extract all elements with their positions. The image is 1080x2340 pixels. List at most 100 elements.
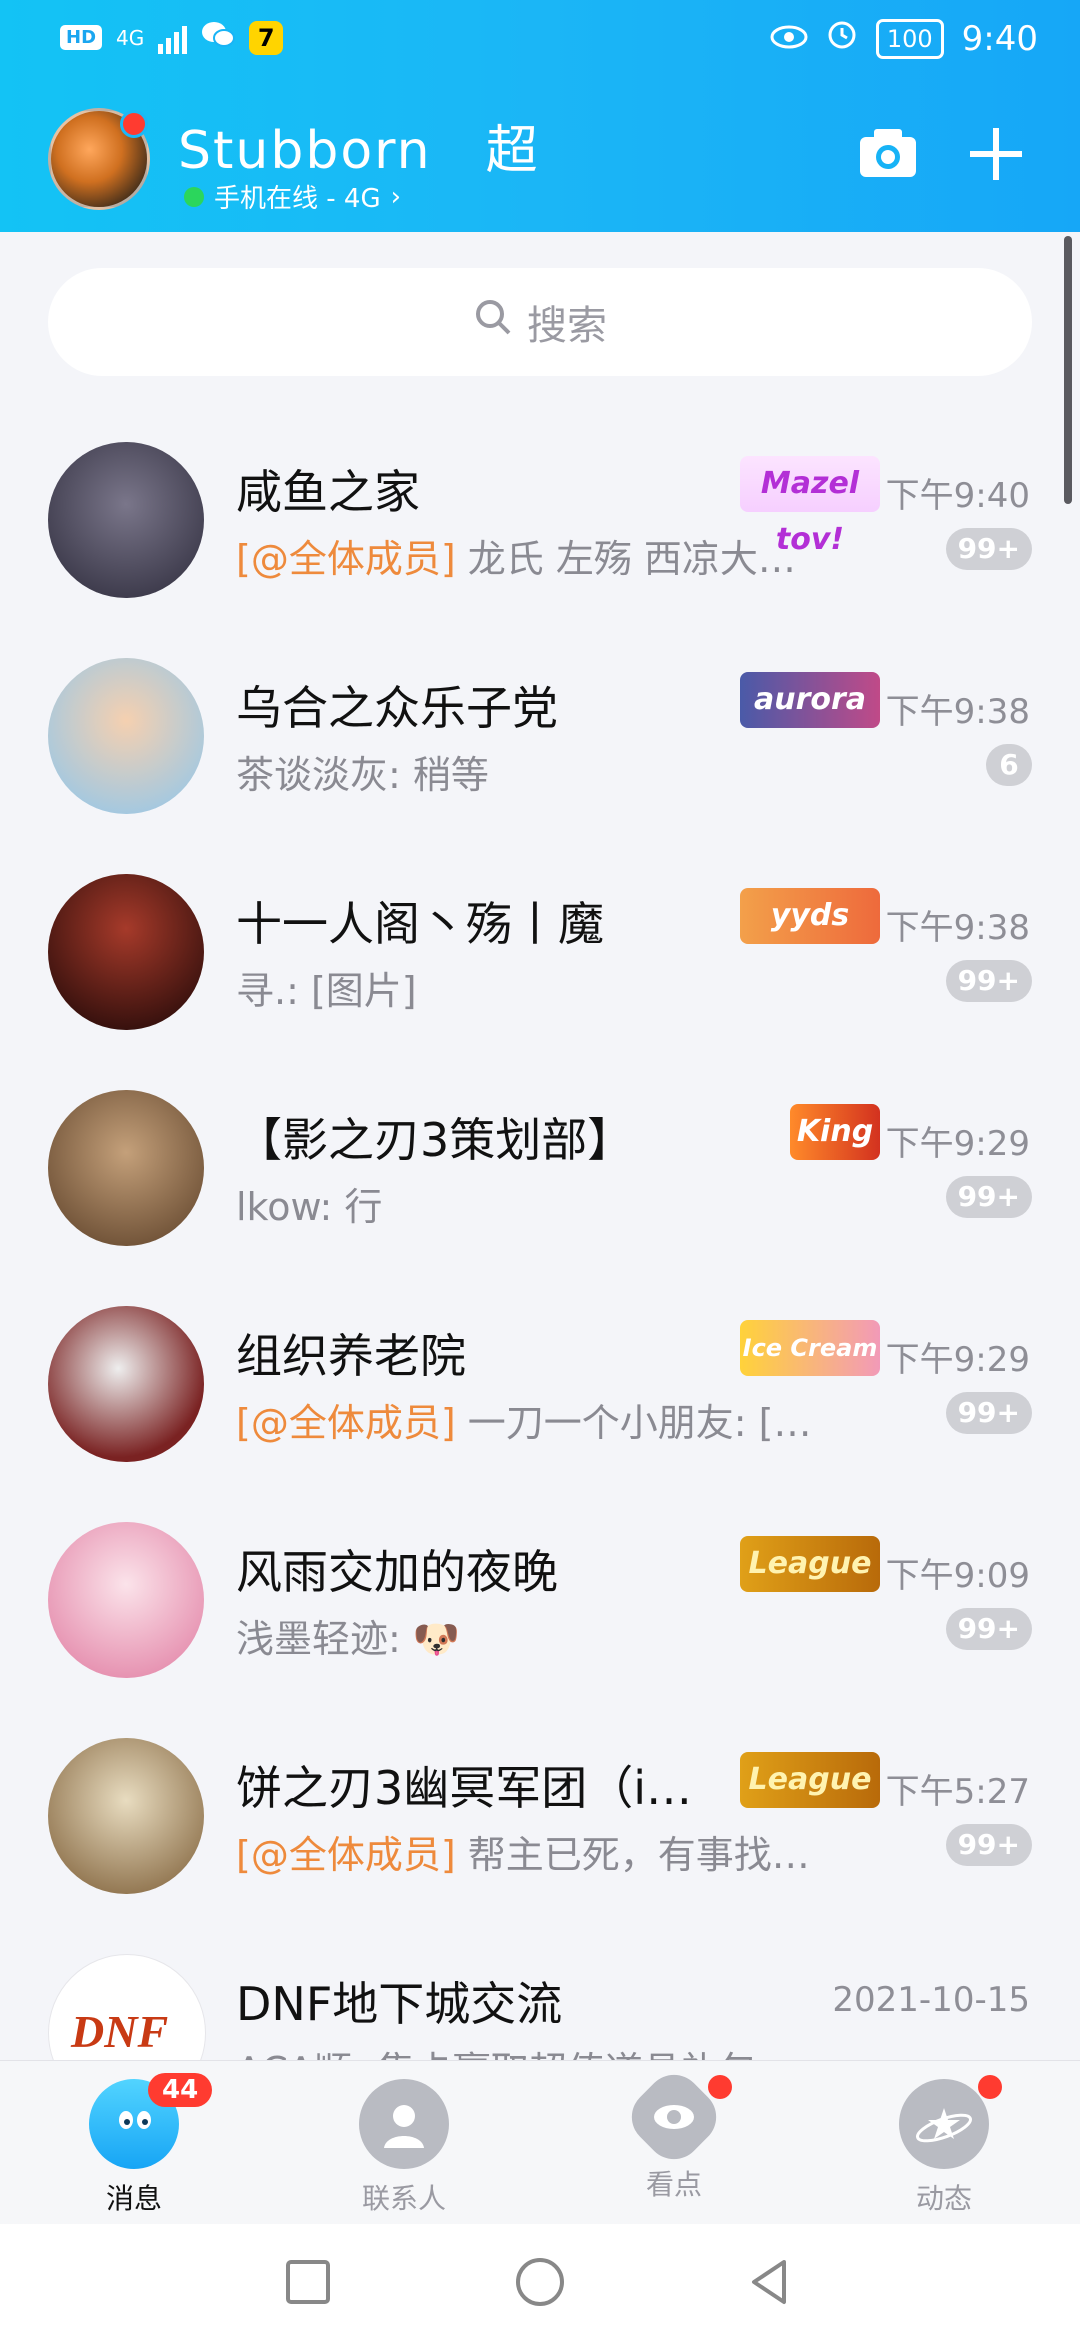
group-tag-badge: League <box>740 1536 880 1592</box>
chat-row[interactable]: 咸鱼之家 [@全体成员] 龙氏 左殇 西凉大… Mazel tov! 下午9:4… <box>0 420 1080 636</box>
preview-text: 帮主已死，有事找… <box>455 1833 810 1877</box>
unread-badge: 99+ <box>945 960 1032 1002</box>
chat-title: DNF地下城交流 <box>236 1977 563 2031</box>
mention-tag: [@全体成员] <box>236 1833 456 1877</box>
nav-label: 联系人 <box>361 2182 446 2215</box>
search-bar[interactable]: 搜索 <box>48 268 1032 376</box>
chat-avatar: DNF <box>48 1954 206 2060</box>
chat-title: 十一人阁丶殇丨魔 <box>236 897 604 951</box>
chat-row[interactable]: 乌合之众乐子党 茶谈淡灰: 稍等 aurora 下午9:38 6 <box>0 636 1080 852</box>
chat-title: 咸鱼之家 <box>236 465 420 519</box>
chat-avatar <box>48 1306 204 1462</box>
home-button[interactable] <box>510 2252 570 2312</box>
preview-text: 寻.: [图片] <box>236 969 417 1013</box>
recent-apps-button[interactable] <box>278 2252 338 2312</box>
chat-row[interactable]: 饼之刃3幽冥军团（i… [@全体成员] 帮主已死，有事找… League 下午5… <box>0 1716 1080 1932</box>
clock: 9:40 <box>961 18 1038 59</box>
chat-row[interactable]: 风雨交加的夜晚 浅墨轻迹: 🐶 League 下午9:09 99+ <box>0 1500 1080 1716</box>
chat-avatar <box>48 1522 204 1678</box>
chat-title: 风雨交加的夜晚 <box>236 1545 558 1599</box>
nav-label: 看点 <box>645 2168 702 2201</box>
online-status-text: 手机在线 - 4G <box>214 184 381 214</box>
camera-icon <box>860 129 916 177</box>
chat-time: 下午9:09 <box>885 1556 1030 1596</box>
preview-text: 一刀一个小朋友: [… <box>455 1401 812 1445</box>
search-icon <box>473 297 513 347</box>
camera-button[interactable] <box>858 125 918 179</box>
chat-avatar <box>48 442 204 598</box>
circle-icon <box>516 2258 564 2306</box>
group-tag-badge: King <box>790 1104 880 1160</box>
planet-star-icon <box>899 2079 989 2169</box>
nav-label: 动态 <box>915 2182 972 2215</box>
nav-tab-contacts[interactable]: 联系人 <box>314 2079 494 2217</box>
chat-preview: ACA顺: 集卡赢取超值道具礼包 <box>236 2040 757 2060</box>
nav-tab-messages[interactable]: 44 消息 <box>44 2073 224 2217</box>
app-notification-icon: 7 <box>249 20 284 55</box>
dnf-logo-icon: DNF <box>70 2006 168 2057</box>
unread-badge: 99+ <box>945 1608 1032 1650</box>
chat-list: 咸鱼之家 [@全体成员] 龙氏 左殇 西凉大… Mazel tov! 下午9:4… <box>0 420 1080 2060</box>
chat-title: 【影之刃3策划部】 <box>236 1113 634 1167</box>
status-left: HD 4G 7 <box>60 20 284 55</box>
search-placeholder: 搜索 <box>527 303 607 349</box>
chat-row[interactable]: 【影之刃3策划部】 lkow: 行 King 下午9:29 99+ <box>0 1068 1080 1284</box>
chat-preview: [@全体成员] 一刀一个小朋友: [… <box>236 1392 811 1447</box>
square-icon <box>286 2260 330 2304</box>
chat-preview: 茶谈淡灰: 稍等 <box>236 744 489 799</box>
triangle-back-icon <box>752 2260 786 2304</box>
chat-preview: 浅墨轻迹: 🐶 <box>236 1608 460 1663</box>
chat-avatar <box>48 874 204 1030</box>
signal-icon <box>158 22 188 54</box>
system-nav-bar <box>0 2224 1080 2340</box>
nav-tab-discover[interactable]: 看点 <box>584 2063 764 2203</box>
app-header: HD 4G 7 100 9:40 Stubborn 超 手机在线 - 4G › <box>0 0 1080 232</box>
chat-row[interactable]: 十一人阁丶殇丨魔 寻.: [图片] yyds 下午9:38 99+ <box>0 852 1080 1068</box>
status-right: 100 9:40 <box>770 18 1038 59</box>
chat-time: 下午9:40 <box>885 476 1030 516</box>
nav-tab-moments[interactable]: 动态 <box>854 2075 1034 2217</box>
nav-red-dot <box>708 2075 732 2099</box>
chat-avatar <box>48 1738 204 1894</box>
preview-text: 茶谈淡灰: 稍等 <box>236 753 489 797</box>
preview-text: 龙氏 左殇 西凉大… <box>455 537 796 581</box>
chat-avatar <box>48 1090 204 1246</box>
online-status[interactable]: 手机在线 - 4G › <box>184 178 401 215</box>
plus-icon <box>970 128 1022 180</box>
unread-badge: 99+ <box>945 1176 1032 1218</box>
nav-unread-badge: 44 <box>148 2073 213 2107</box>
back-button[interactable] <box>740 2252 800 2312</box>
user-name[interactable]: Stubborn 超 <box>178 108 540 183</box>
chat-preview: [@全体成员] 龙氏 左殇 西凉大… <box>236 528 796 583</box>
chat-title: 组织养老院 <box>236 1329 466 1383</box>
chat-row[interactable]: 组织养老院 [@全体成员] 一刀一个小朋友: [… Ice Cream 下午9:… <box>0 1284 1080 1500</box>
battery-icon: 100 <box>875 18 944 59</box>
svg-text:DNF: DNF <box>70 2006 168 2057</box>
network-type: 4G <box>116 25 145 50</box>
group-tag-badge: yyds <box>740 888 880 944</box>
nav-label: 消息 <box>105 2182 162 2215</box>
add-button[interactable] <box>966 124 1026 184</box>
group-tag-badge: League <box>740 1752 880 1808</box>
alarm-icon <box>826 18 858 59</box>
chat-row[interactable]: DNF DNF地下城交流 ACA顺: 集卡赢取超值道具礼包 2021-10-15 <box>0 1932 1080 2060</box>
chat-time: 下午9:38 <box>885 692 1030 732</box>
online-dot-icon <box>184 186 204 207</box>
mention-tag: [@全体成员] <box>236 1401 456 1445</box>
bottom-nav: 44 消息 联系人 看点 动态 <box>0 2060 1080 2225</box>
chat-preview: lkow: 行 <box>236 1176 382 1231</box>
unread-badge: 99+ <box>945 528 1032 570</box>
unread-badge: 6 <box>986 744 1032 786</box>
chevron-right-icon: › <box>390 181 402 212</box>
group-tag-badge: aurora <box>740 672 880 728</box>
group-tag-badge: Mazel tov! <box>740 456 880 557</box>
chat-preview: 寻.: [图片] <box>236 960 417 1015</box>
unread-badge: 99+ <box>945 1392 1032 1434</box>
mention-tag: [@全体成员] <box>236 537 456 581</box>
wechat-icon <box>201 20 236 55</box>
preview-text: ACA顺: 集卡赢取超值道具礼包 <box>236 2049 757 2060</box>
status-bar: HD 4G 7 100 9:40 <box>0 0 1080 82</box>
chat-time: 2021-10-15 <box>832 1980 1030 2020</box>
avatar-notification-dot <box>120 110 148 138</box>
eye-comfort-icon <box>770 19 808 59</box>
